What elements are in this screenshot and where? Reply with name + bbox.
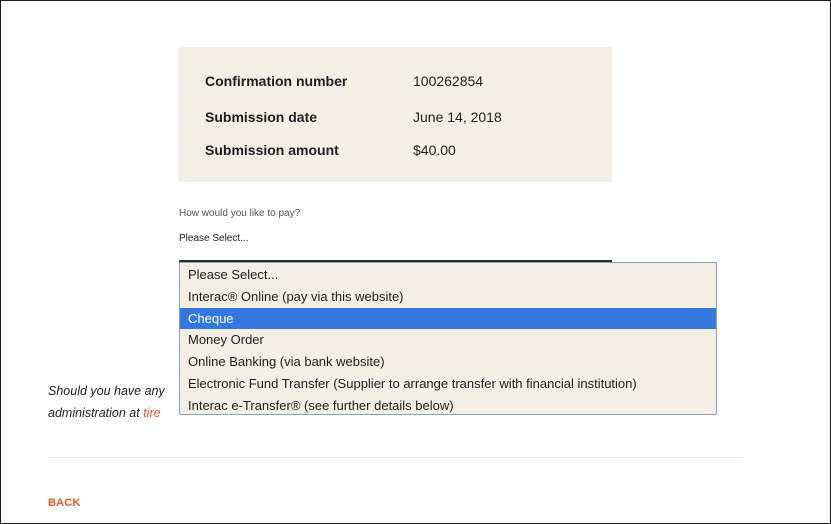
submission-amount-label: Submission amount (205, 142, 339, 158)
payment-method-label: How would you like to pay? (179, 208, 301, 219)
contact-text-line2-prefix: administration at (48, 406, 144, 420)
contact-email-link[interactable]: tire (143, 406, 160, 420)
contact-text: Should you have any administration at ti… (48, 380, 165, 420)
submission-amount-value: $40.00 (413, 142, 456, 158)
back-link[interactable]: BACK (48, 497, 81, 509)
contact-text-line1: Should you have any (48, 384, 165, 398)
payment-option-interac-etransfer[interactable]: Interac e-Transfer® (see further details… (180, 395, 716, 417)
payment-option-online-banking[interactable]: Online Banking (via bank website) (180, 351, 716, 373)
confirmation-number-value: 100262854 (413, 73, 484, 89)
confirmation-number-label: Confirmation number (205, 73, 348, 89)
contact-text-line2: administration at tire (48, 402, 161, 424)
submission-date-label: Submission date (205, 109, 318, 125)
page: Confirmation number 100262854 Submission… (0, 0, 831, 524)
payment-option-interac-online[interactable]: Interac® Online (pay via this website) (180, 286, 716, 308)
payment-option-eft[interactable]: Electronic Fund Transfer (Supplier to ar… (180, 373, 716, 395)
submission-date-value: June 14, 2018 (413, 109, 502, 125)
payment-options-dropdown[interactable]: Please Select... Interac® Online (pay vi… (179, 262, 717, 415)
submission-summary-panel: Confirmation number 100262854 Submission… (178, 47, 612, 182)
section-divider (48, 457, 743, 458)
payment-option-cheque[interactable]: Cheque (180, 307, 716, 330)
payment-option-money-order[interactable]: Money Order (180, 329, 716, 351)
payment-method-select[interactable]: Please Select... (179, 233, 248, 244)
payment-option-please-select[interactable]: Please Select... (180, 264, 716, 286)
